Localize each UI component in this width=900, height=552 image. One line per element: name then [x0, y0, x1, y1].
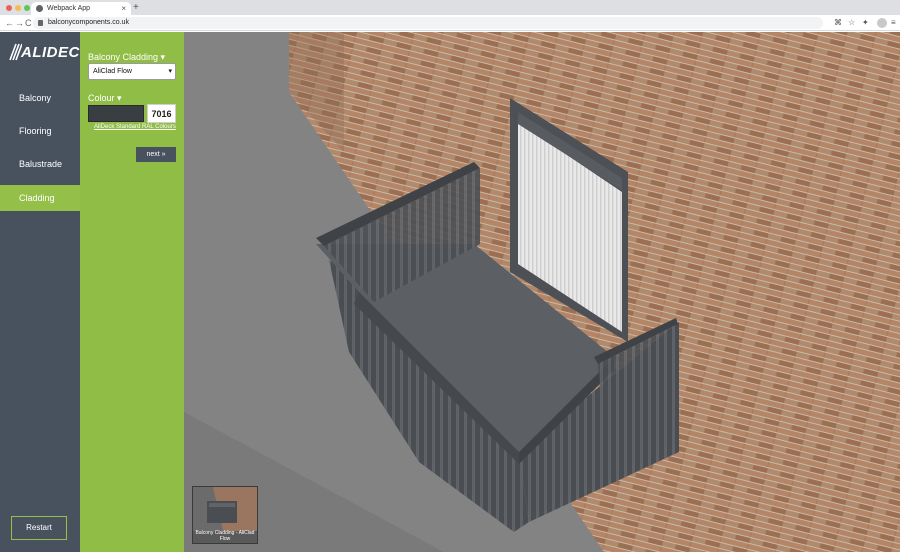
close-window-button[interactable] — [6, 5, 12, 11]
new-tab-button[interactable]: + — [133, 1, 139, 14]
colour-heading[interactable]: Colour ▾ — [88, 93, 122, 104]
minimize-window-button[interactable] — [15, 5, 21, 11]
thumbnail-caption: Balcony Cladding - AliClad Flow — [195, 530, 255, 542]
extension-icon[interactable]: ⌘ — [834, 16, 842, 30]
url-input[interactable]: balconycomponents.co.uk — [33, 17, 823, 29]
tab-title: Webpack App — [47, 5, 91, 12]
lock-icon — [38, 20, 43, 26]
sidebar-item-balcony[interactable]: Balcony — [0, 85, 80, 111]
3d-viewport[interactable]: Balcony Cladding - AliClad Flow — [184, 32, 900, 552]
reload-icon[interactable]: C — [25, 16, 32, 30]
options-panel: Balcony Cladding ▾ AliClad Flow ▾ Colour… — [80, 32, 184, 552]
menu-icon[interactable]: ≡ — [891, 16, 896, 30]
maximize-window-button[interactable] — [24, 5, 30, 11]
browser-tab-bar: Webpack App × + — [0, 0, 900, 15]
thumbnail-image — [193, 487, 257, 531]
cladding-heading[interactable]: Balcony Cladding ▾ — [88, 52, 165, 63]
alideck-logo: ALIDECK — [8, 42, 91, 64]
balcony-3d-render — [184, 32, 900, 552]
configurator-app: ALIDECK Balcony Flooring Balustrade Clad… — [0, 32, 900, 552]
colour-swatch[interactable] — [88, 105, 144, 122]
restart-button[interactable]: Restart — [11, 516, 67, 540]
logo-stripes-icon — [9, 43, 22, 61]
view-thumbnail[interactable]: Balcony Cladding - AliClad Flow — [192, 486, 258, 544]
sidebar-item-label: Balustrade — [19, 159, 63, 169]
sidebar-item-cladding[interactable]: Cladding — [0, 185, 80, 211]
bookmark-star-icon[interactable]: ☆ — [848, 16, 855, 30]
sidebar-item-label: Flooring — [19, 126, 52, 136]
sidebar: ALIDECK Balcony Flooring Balustrade Clad… — [0, 32, 91, 552]
sidebar-item-balustrade[interactable]: Balustrade — [0, 151, 80, 177]
puzzle-icon[interactable]: ✦ — [862, 16, 869, 30]
back-icon[interactable]: ← — [5, 16, 14, 30]
sidebar-item-label: Balcony — [19, 93, 52, 103]
chevron-down-icon: ▾ — [168, 68, 172, 75]
ral-colours-link[interactable]: AliDeck Standard RAL Colours — [94, 124, 176, 130]
globe-icon — [36, 5, 43, 12]
forward-icon[interactable]: → — [15, 16, 24, 30]
sidebar-item-label: Cladding — [19, 193, 55, 203]
colour-code-input[interactable]: 7016 — [147, 104, 176, 123]
browser-tab[interactable]: Webpack App × — [31, 2, 131, 15]
url-text: balconycomponents.co.uk — [48, 19, 129, 26]
profile-avatar[interactable] — [877, 18, 887, 28]
close-tab-icon[interactable]: × — [121, 2, 126, 15]
next-button[interactable]: next » — [136, 147, 176, 162]
sidebar-item-flooring[interactable]: Flooring — [0, 118, 80, 144]
address-bar: ← → C balconycomponents.co.uk ⌘ ☆ ✦ ≡ — [0, 15, 900, 31]
cladding-select-value: AliClad Flow — [93, 68, 132, 75]
cladding-select[interactable]: AliClad Flow ▾ — [88, 63, 176, 80]
